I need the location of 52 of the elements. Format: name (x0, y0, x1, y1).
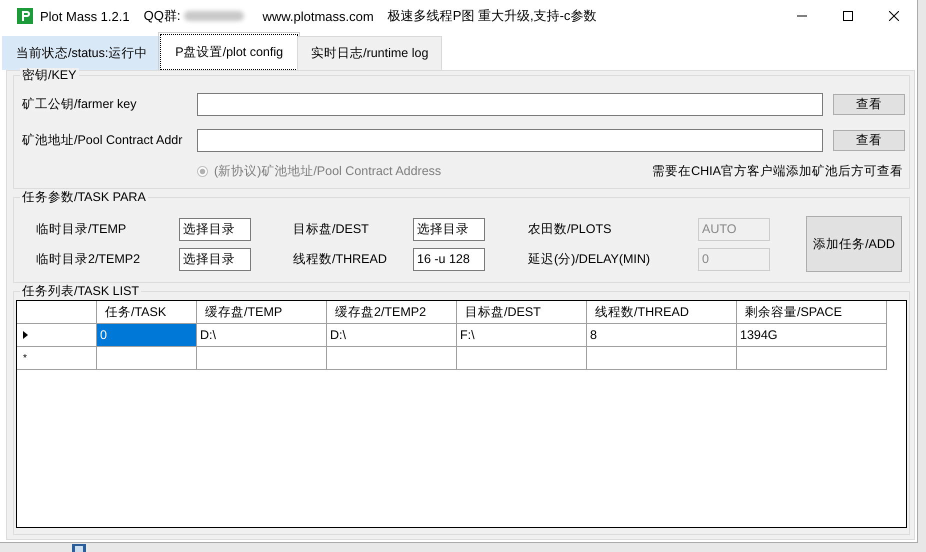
current-row-icon (23, 331, 28, 339)
text-field[interactable]: 选择目录 (179, 218, 251, 240)
website-text: www.plotmass.com (262, 8, 374, 24)
group-title: 任务列表/TASK LIST (20, 284, 142, 298)
table-cell[interactable]: 1394G (737, 324, 887, 347)
column-header[interactable]: 线程数/THREAD (587, 301, 737, 324)
window-title: Plot Mass 1.2.1 (40, 8, 130, 24)
table-cell[interactable] (737, 347, 887, 370)
table-cell[interactable] (457, 347, 587, 370)
row-header[interactable]: * (17, 347, 97, 370)
column-header[interactable]: 剩余容量/SPACE (737, 301, 887, 324)
text-field[interactable] (196, 92, 823, 116)
table-cell[interactable]: F:\ (457, 324, 587, 347)
field-label: 线程数/THREAD (293, 250, 388, 268)
tab[interactable]: 当前状态/status:运行中 (2, 36, 162, 70)
text-field[interactable]: 选择目录 (179, 248, 251, 270)
table-cell[interactable] (587, 347, 737, 370)
table-cell[interactable] (97, 347, 197, 370)
table-cell[interactable]: D:\ (197, 324, 327, 347)
field-label: 矿池地址/Pool Contract Addr (22, 132, 184, 148)
table-cell[interactable] (327, 347, 457, 370)
field-label: 目标盘/DEST (293, 220, 370, 238)
text-field[interactable] (196, 128, 823, 152)
view-button[interactable]: 查看 (832, 94, 906, 114)
column-header[interactable]: 目标盘/DEST (457, 301, 587, 324)
group-title: 密钥/KEY (20, 68, 78, 82)
field-label: 延迟(分)/DELAY(MIN) (528, 250, 652, 268)
close-icon[interactable] (889, 11, 899, 21)
table-cell[interactable]: 0 (97, 324, 197, 347)
app-logo-icon (17, 8, 33, 24)
slogan-text: 极速多线程P图 重大升级,支持-c参数 (388, 7, 596, 25)
field-label: 矿工公钥/farmer key (22, 96, 138, 112)
text-field[interactable]: 16 -u 128 (413, 248, 485, 270)
tab[interactable]: 实时日志/runtime log (297, 36, 442, 70)
view-button[interactable]: 查看 (832, 130, 906, 150)
add-task-button[interactable]: 添加任务/ADD (806, 216, 902, 272)
table-cell[interactable]: 8 (587, 324, 737, 347)
table-cell[interactable] (197, 347, 327, 370)
maximize-icon[interactable] (843, 11, 853, 21)
tab[interactable]: P盘设置/plot config (160, 34, 298, 70)
redacted-number (184, 11, 244, 21)
group-title: 任务参数/TASK PARA (20, 190, 148, 204)
hint-text: 需要在CHIA官方客户端添加矿池后方可查看 (652, 162, 904, 180)
field-label: 农田数/PLOTS (528, 220, 612, 238)
field-label: 临时目录/TEMP (36, 220, 128, 238)
text-field[interactable]: 选择目录 (413, 218, 485, 240)
table-cell[interactable]: D:\ (327, 324, 457, 347)
column-header[interactable]: 缓存盘2/TEMP2 (327, 301, 457, 324)
column-header[interactable]: 缓存盘/TEMP (197, 301, 327, 324)
field-label: 临时目录2/TEMP2 (36, 250, 142, 268)
qq-label: QQ群: (144, 7, 180, 25)
new-row-marker: * (23, 352, 27, 364)
